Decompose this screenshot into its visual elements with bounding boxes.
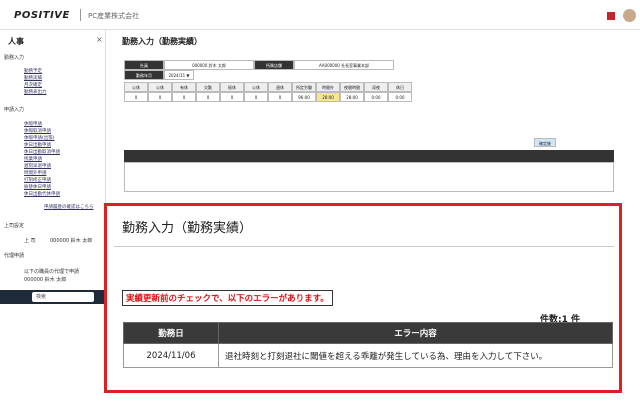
sidebar-link[interactable]: 勤務予定 bbox=[24, 68, 42, 74]
sidebar-link[interactable]: 休日出勤取消申請 bbox=[24, 149, 60, 155]
dialog-divider bbox=[114, 246, 614, 247]
sidebar-item: 以下の職員の代理で申請 bbox=[24, 269, 80, 275]
error-text: 退社時刻と打刻退社に閾値を超える乖離が発生している為、理由を入力して下さい。 bbox=[218, 343, 613, 368]
close-icon[interactable]: × bbox=[96, 35, 103, 44]
error-date: 2024/11/06 bbox=[123, 343, 219, 368]
sidebar-section-label: 勤務入力 bbox=[4, 55, 25, 61]
sidebar-link[interactable]: 打刻修正申請 bbox=[24, 177, 51, 183]
summary-value: 0 bbox=[172, 92, 196, 102]
avatar[interactable] bbox=[623, 9, 636, 22]
store-value: AA000000 社長室事業本部 bbox=[294, 60, 394, 70]
summary-value: 0 bbox=[268, 92, 292, 102]
taskbar-search[interactable]: 検索 bbox=[32, 292, 94, 302]
summary-value: 0 bbox=[148, 92, 172, 102]
summary-value: 0 bbox=[196, 92, 220, 102]
summary-value: 96:00 bbox=[292, 92, 316, 102]
summary-value: 0:00 bbox=[388, 92, 412, 102]
summary-value: 0:00 bbox=[364, 92, 388, 102]
sidebar-link[interactable]: 時間外申請 bbox=[24, 170, 47, 176]
summary-value: 0 bbox=[124, 92, 148, 102]
sidebar-link[interactable]: 休暇申請 bbox=[24, 121, 42, 127]
company-name: PC産業株式会社 bbox=[88, 12, 140, 20]
sidebar-link[interactable]: 振替休日申請 bbox=[24, 184, 51, 190]
column-header-date: 勤務日 bbox=[123, 322, 219, 344]
employee-value: 000000 鈴木 太郎 bbox=[164, 60, 254, 70]
column-header-error: エラー内容 bbox=[218, 322, 613, 344]
sidebar-more-link[interactable]: 申請履歴の確認はこちら bbox=[44, 204, 94, 210]
sidebar-link[interactable]: 休日出勤代休申請 bbox=[24, 191, 60, 197]
error-message: 実績更新前のチェックで、以下のエラーがあります。 bbox=[122, 290, 333, 306]
summary-header: 公休 bbox=[124, 82, 148, 92]
flag-icon[interactable] bbox=[607, 12, 615, 20]
sidebar: 人事 × 勤務入力 勤務予定 勤務実績 月次確定 勤務表出力 申請入力 休暇申請… bbox=[0, 30, 106, 290]
store-label: 所属店舗 bbox=[254, 60, 294, 70]
summary-header: 夜間時間 bbox=[340, 82, 364, 92]
records-header bbox=[124, 150, 614, 162]
app-logo[interactable]: POSITIVE bbox=[14, 10, 70, 21]
month-label: 勤務年月 bbox=[124, 70, 164, 80]
employee-label: 社員 bbox=[124, 60, 164, 70]
sidebar-link[interactable]: 休暇取消申請 bbox=[24, 128, 51, 134]
summary-header: 有休 bbox=[172, 82, 196, 92]
header-divider bbox=[80, 9, 81, 21]
sidebar-item: 000000 鈴木 太郎 bbox=[24, 277, 67, 283]
summary-header: 公休 bbox=[148, 82, 172, 92]
summary-header: 公休 bbox=[244, 82, 268, 92]
error-table: 勤務日 エラー内容 2024/11/06 退社時刻と打刻退社に閾値を超える乖離が… bbox=[123, 322, 613, 368]
month-select[interactable]: 2024/11 ▼ bbox=[164, 70, 194, 80]
confirm-button[interactable]: 確定後 bbox=[534, 138, 556, 147]
summary-value: 28:00 bbox=[316, 92, 340, 102]
sidebar-link[interactable]: 休日出勤申請 bbox=[24, 142, 51, 148]
background-attendance-table: 社員 000000 鈴木 太郎 所属店舗 AA000000 社長室事業本部 勤務… bbox=[124, 60, 614, 195]
sidebar-section-label: 申請入力 bbox=[4, 107, 25, 113]
summary-header: 振休 bbox=[220, 82, 244, 92]
sidebar-title: 人事 bbox=[8, 37, 24, 46]
summary-header: 所定労働 bbox=[292, 82, 316, 92]
page-title: 勤務入力（勤務実績） bbox=[122, 37, 202, 46]
dialog-title: 勤務入力（勤務実績） bbox=[122, 221, 253, 236]
sidebar-link[interactable]: 勤務実績 bbox=[24, 75, 42, 81]
summary-value: 0 bbox=[220, 92, 244, 102]
sidebar-section-label: 上司設定 bbox=[4, 223, 25, 229]
sidebar-link[interactable]: 勤務表出力 bbox=[24, 89, 47, 95]
summary-header: 時間外 bbox=[316, 82, 340, 92]
sidebar-item: 上 司 bbox=[24, 238, 36, 244]
summary-header: 深夜 bbox=[364, 82, 388, 92]
sidebar-section-label: 代理申請 bbox=[4, 253, 25, 259]
sidebar-link[interactable]: 遅刻早退申請 bbox=[24, 163, 51, 169]
sidebar-link[interactable]: 休暇申請(出張) bbox=[24, 135, 55, 141]
summary-value: 0 bbox=[244, 92, 268, 102]
sidebar-item: 000000 鈴木 太郎 bbox=[50, 238, 93, 244]
summary-header: 休日 bbox=[388, 82, 412, 92]
summary-header: 欠勤 bbox=[196, 82, 220, 92]
records-body bbox=[124, 162, 614, 192]
sidebar-link[interactable]: 月次確定 bbox=[24, 82, 42, 88]
summary-value: 28:00 bbox=[340, 92, 364, 102]
sidebar-link[interactable]: 残業申請 bbox=[24, 156, 42, 162]
summary-header: 週休 bbox=[268, 82, 292, 92]
table-row: 2024/11/06 退社時刻と打刻退社に閾値を超える乖離が発生している為、理由… bbox=[123, 343, 613, 368]
